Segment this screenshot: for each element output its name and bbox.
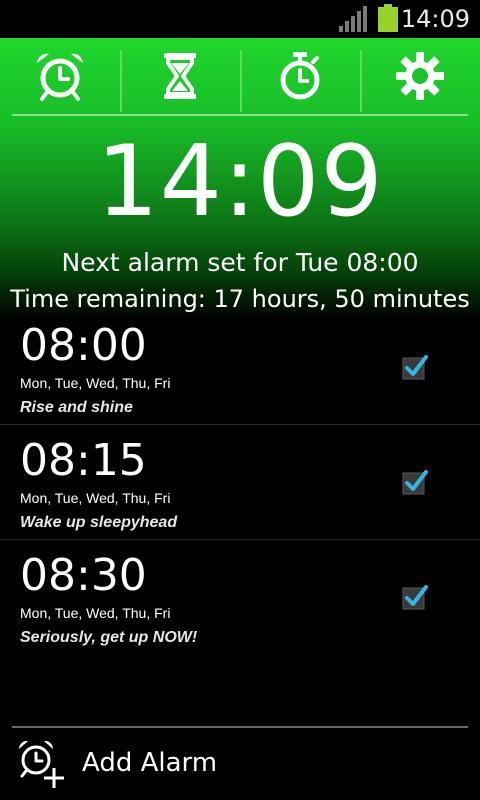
alarm-time: 08:15 (20, 435, 147, 486)
alarm-label: Rise and shine (20, 399, 133, 416)
alarm-time: 08:00 (20, 320, 147, 371)
status-bar: 14:09 (0, 0, 480, 38)
hourglass-icon (164, 53, 196, 99)
alarm-item[interactable]: 08:30 Mon, Tue, Wed, Thu, Fri Seriously,… (0, 540, 480, 654)
alarm-enabled-checkbox[interactable] (402, 354, 428, 380)
gear-icon (396, 52, 444, 100)
alarm-item[interactable]: 08:00 Mon, Tue, Wed, Thu, Fri Rise and s… (0, 310, 480, 425)
tab-stopwatch[interactable] (240, 38, 360, 114)
header-panel: 14:09 Next alarm set for Tue 08:00 Time … (0, 38, 480, 320)
current-time: 14:09 (96, 125, 384, 239)
signal-icon (339, 6, 367, 32)
alarm-clock-icon (37, 53, 83, 101)
alarm-list: 08:00 Mon, Tue, Wed, Thu, Fri Rise and s… (0, 310, 480, 654)
add-alarm-label: Add Alarm (82, 748, 218, 778)
battery-icon (378, 4, 398, 32)
alarm-days: Mon, Tue, Wed, Thu, Fri (20, 605, 171, 621)
tab-timer[interactable] (120, 38, 240, 114)
next-alarm-text: Next alarm set for Tue 08:00 (61, 248, 419, 277)
alarm-enabled-checkbox[interactable] (402, 469, 428, 495)
tab-divider (12, 114, 468, 116)
add-alarm-icon (18, 740, 64, 788)
alarm-item[interactable]: 08:15 Mon, Tue, Wed, Thu, Fri Wake up sl… (0, 425, 480, 540)
tab-bar (0, 38, 480, 114)
stopwatch-icon (280, 52, 320, 100)
alarm-label: Seriously, get up NOW! (20, 629, 198, 646)
tab-settings[interactable] (360, 38, 480, 114)
status-time: 14:09 (400, 5, 470, 33)
alarm-days: Mon, Tue, Wed, Thu, Fri (20, 375, 171, 391)
alarm-time: 08:30 (20, 550, 147, 601)
alarm-enabled-checkbox[interactable] (402, 584, 428, 610)
alarm-label: Wake up sleepyhead (20, 514, 178, 531)
add-alarm-button[interactable]: Add Alarm (0, 728, 480, 800)
tab-alarm[interactable] (0, 38, 120, 114)
alarm-days: Mon, Tue, Wed, Thu, Fri (20, 490, 171, 506)
time-remaining-text: Time remaining: 17 hours, 50 minutes (10, 285, 470, 313)
